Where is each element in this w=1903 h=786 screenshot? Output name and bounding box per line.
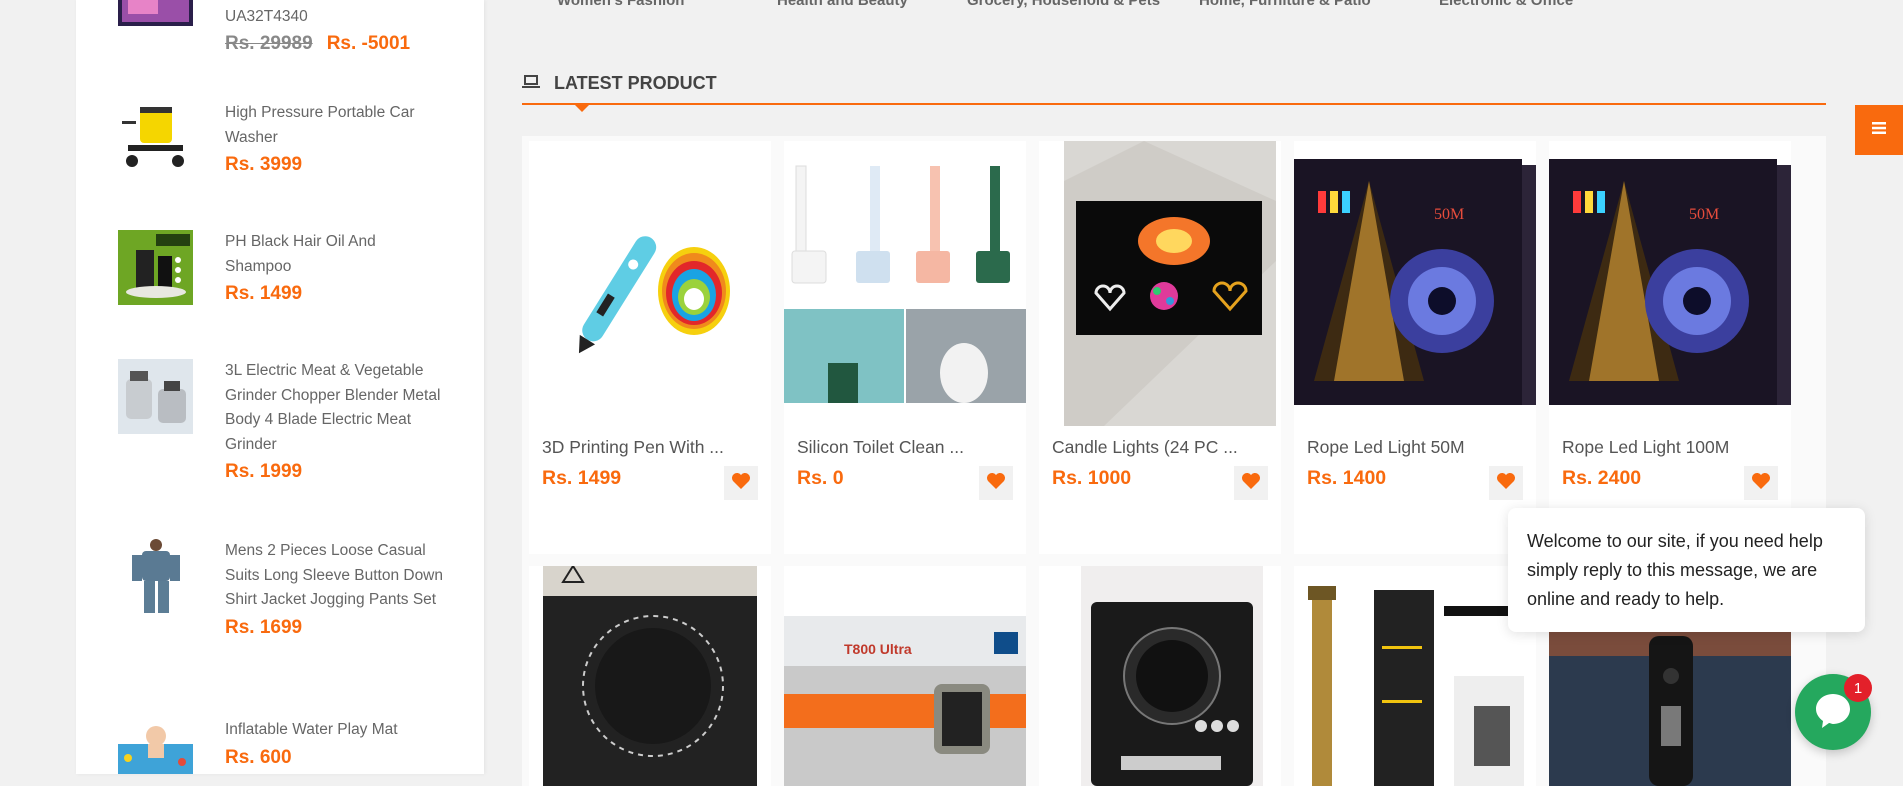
product-image[interactable] [543,566,757,786]
category-link[interactable]: Grocery, Household & Pets [967,0,1160,9]
tv-thumbnail[interactable] [118,0,193,28]
product-price: Rs. 0 [797,467,844,489]
section-title: LATEST PRODUCT [554,73,717,93]
product-card[interactable]: 50M Rope Led Light 100M Rs. 2400 [1549,141,1791,554]
product-title[interactable]: Candle Lights (24 PC ... [1052,437,1238,458]
section-divider-notch [575,105,589,112]
sidebar-product-price: Rs. 1999 [225,461,303,482]
wishlist-button[interactable] [1489,466,1523,500]
sidebar-product-name[interactable]: Inflatable Water Play Mat [225,718,445,743]
wishlist-button[interactable] [979,466,1013,500]
product-grid: 3D Printing Pen With ... Rs. 1499 Silico… [522,136,1826,786]
product-price: Rs. 1000 [1052,467,1132,489]
sidebar-product-price: Rs. 1699 [225,616,303,638]
product-image[interactable] [1294,566,1536,786]
mens-suit-thumbnail[interactable] [118,539,193,614]
chat-notification-badge: 1 [1844,674,1872,702]
heart-icon [1496,472,1516,495]
product-image[interactable] [529,141,771,403]
category-strip: Women's Fashion Health and Beauty Grocer… [522,0,1826,12]
product-card[interactable]: 50M Rope Led Light 50M Rs. 1400 [1294,141,1536,554]
product-image[interactable] [1081,566,1263,786]
heart-icon [986,472,1006,495]
sidebar-product-name[interactable]: Samsung 32" HD TV UA32T4340 [225,0,445,29]
water-mat-thumbnail[interactable] [118,718,193,774]
hamburger-icon [1872,121,1886,139]
hair-oil-thumbnail[interactable] [118,230,193,305]
wishlist-button[interactable] [724,466,758,500]
sidebar-product-price: Rs. 600 [225,746,292,768]
category-link[interactable]: Electronic & Office [1439,0,1573,9]
wishlist-button[interactable] [1234,466,1268,500]
product-card[interactable]: T800 Ultra [784,566,1026,786]
meat-grinder-thumbnail[interactable] [118,359,193,434]
product-title[interactable]: Rope Led Light 50M [1307,437,1465,458]
product-price: Rs. 2400 [1562,467,1642,489]
product-image[interactable]: 50M [1294,141,1536,406]
sidebar-product-price: Rs. 1499 [225,283,303,304]
sidebar-product-name[interactable]: Mens 2 Pieces Loose Casual Suits Long Sl… [225,539,445,613]
sidebar-product-price: Rs. 3999 [225,154,303,175]
product-title[interactable]: Rope Led Light 100M [1562,437,1729,458]
svg-text:50M: 50M [1434,206,1464,223]
product-title[interactable]: 3D Printing Pen With ... [542,437,724,458]
product-image[interactable] [1064,141,1276,426]
wishlist-button[interactable] [1744,466,1778,500]
laptop-icon [522,75,540,89]
svg-text:T800 Ultra: T800 Ultra [844,641,912,657]
product-image[interactable] [784,141,1026,403]
sidebar-product-price: Rs. 29989 Rs. -5001 [225,33,445,55]
product-image[interactable]: T800 Ultra [784,566,1026,786]
product-card[interactable] [1039,566,1281,786]
chat-welcome-message: Welcome to our site, if you need help si… [1527,531,1823,609]
product-card[interactable] [1294,566,1536,786]
car-washer-thumbnail[interactable] [118,101,193,176]
product-card[interactable]: Candle Lights (24 PC ... Rs. 1000 [1039,141,1281,554]
sidebar-product-list: Samsung 32" HD TV UA32T4340 Rs. 29989Rs.… [76,0,484,774]
product-card[interactable]: 3D Printing Pen With ... Rs. 1499 [529,141,771,554]
heart-icon [1751,472,1771,495]
category-link[interactable]: Home, Furniture & Patio [1199,0,1371,9]
product-price: Rs. 1400 [1307,467,1387,489]
product-card[interactable] [529,566,771,786]
product-image[interactable]: 50M [1549,141,1791,406]
old-price: Rs. 29989 [225,33,313,54]
heart-icon [731,472,751,495]
sidebar-product-name[interactable]: High Pressure Portable Car Washer [225,101,445,150]
product-title[interactable]: Silicon Toilet Clean ... [797,437,964,458]
product-price: Rs. 1499 [542,467,622,489]
category-link[interactable]: Health and Beauty [777,0,908,9]
sale-price: Rs. -5001 [326,33,411,54]
section-divider [522,103,1826,105]
heart-icon [1241,472,1261,495]
svg-text:50M: 50M [1689,206,1719,223]
category-link[interactable]: Women's Fashion [557,0,684,9]
chat-welcome-bubble[interactable]: Welcome to our site, if you need help si… [1508,508,1865,632]
latest-product-header: LATEST PRODUCT [522,68,1826,112]
sidebar-product-name[interactable]: 3L Electric Meat & Vegetable Grinder Cho… [225,359,445,457]
sidebar-product-name[interactable]: PH Black Hair Oil And Shampoo [225,230,445,279]
product-card[interactable]: Silicon Toilet Clean ... Rs. 0 [784,141,1026,554]
menu-toggle-button[interactable] [1855,105,1903,155]
